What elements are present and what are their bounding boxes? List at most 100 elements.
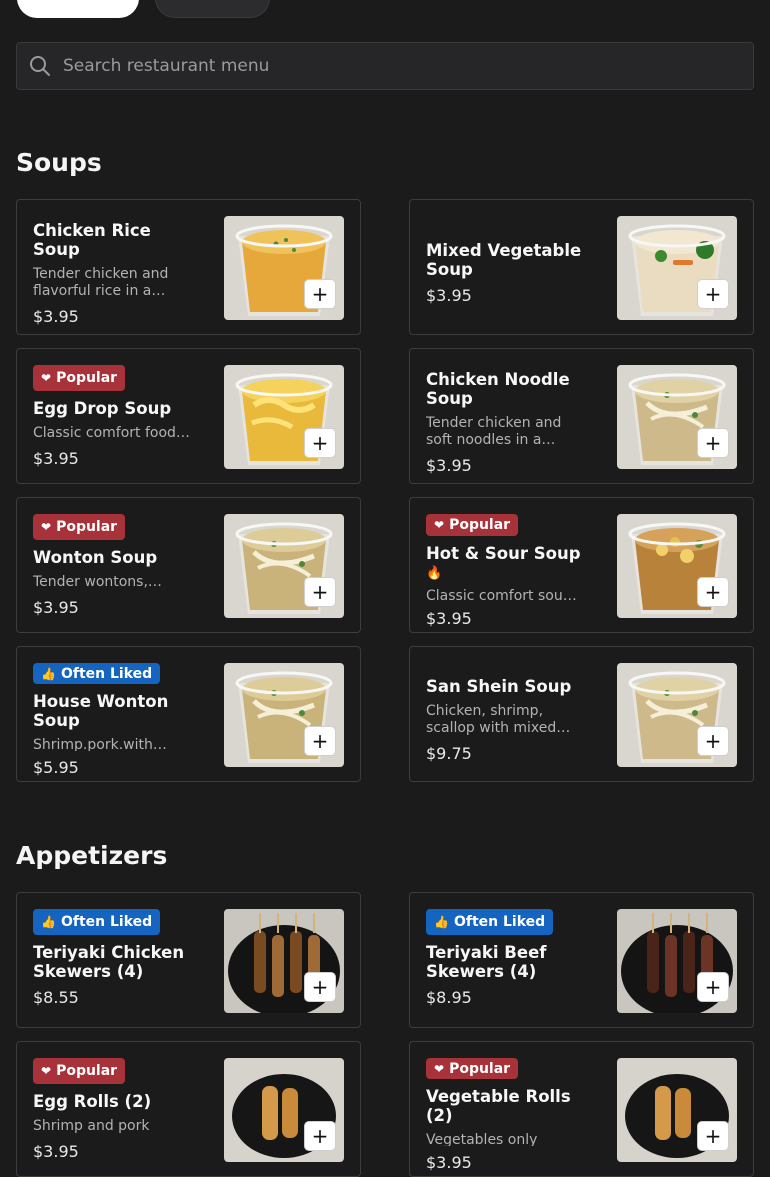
menu-item-price: $3.95 bbox=[33, 1142, 79, 1161]
menu-item-info: ❤ Popular Egg Rolls (2) Shrimp and pork $3.9… bbox=[33, 1058, 193, 1172]
menu-item-card-egg-rolls-2[interactable]: ❤ Popular Egg Rolls (2) Shrimp and pork $3.9… bbox=[16, 1041, 361, 1177]
badge-label: Popular bbox=[56, 370, 118, 386]
menu-item-price: $3.95 bbox=[33, 598, 79, 617]
plus-icon: + bbox=[704, 580, 722, 604]
add-to-cart-button[interactable]: + bbox=[304, 428, 336, 458]
add-to-cart-button[interactable]: + bbox=[304, 279, 336, 309]
menu-item-price: $3.95 bbox=[33, 449, 79, 468]
menu-item-card-teriyaki-beef-skewers-4[interactable]: 👍 Often Liked Teriyaki Beef Skewers (4) $8.… bbox=[409, 892, 754, 1028]
menu-item-price: $9.75 bbox=[426, 744, 472, 763]
filter-pill-active[interactable] bbox=[17, 0, 139, 18]
heart-icon: ❤ bbox=[434, 1061, 445, 1076]
menu-item-card-teriyaki-chicken-skewers-4[interactable]: 👍 Often Liked Teriyaki Chicken Skewers (4)… bbox=[16, 892, 361, 1028]
menu-item-name: Chicken Noodle Soup bbox=[426, 369, 570, 408]
menu-item-info: Mixed Vegetable Soup $3.95 bbox=[426, 216, 586, 330]
menu-item-card-san-shein-soup[interactable]: San Shein Soup Chicken, shrimp, scallop w… bbox=[409, 646, 754, 782]
badge-popular: ❤ Popular bbox=[33, 514, 126, 540]
flame-icon: 🔥 bbox=[426, 565, 443, 581]
badge-popular: ❤ Popular bbox=[33, 365, 126, 391]
add-to-cart-button[interactable]: + bbox=[697, 279, 729, 309]
filter-pill[interactable] bbox=[155, 0, 270, 18]
menu-item-info: 👍 Often Liked Teriyaki Beef Skewers (4) $8.… bbox=[426, 909, 586, 1023]
heart-icon: ❤ bbox=[434, 517, 445, 532]
badge-popular: ❤ Popular bbox=[33, 1058, 126, 1084]
menu-item-description: Shrimp.pork.with… bbox=[33, 737, 167, 751]
thumbs-up-icon: 👍 bbox=[434, 915, 449, 929]
add-to-cart-button[interactable]: + bbox=[304, 972, 336, 1002]
add-to-cart-button[interactable]: + bbox=[697, 1121, 729, 1151]
menu-item-name: Egg Drop Soup bbox=[33, 399, 172, 418]
menu-item-card-house-wonton-soup[interactable]: 👍 Often Liked House Wonton Soup Shrimp.pork… bbox=[16, 646, 361, 782]
plus-icon: + bbox=[704, 729, 722, 753]
menu-item-card-mixed-vegetable-soup[interactable]: Mixed Vegetable Soup $3.95 + bbox=[409, 199, 754, 335]
menu-item-name: Teriyaki Beef Skewers (4) bbox=[426, 943, 547, 981]
add-to-cart-button[interactable]: + bbox=[697, 577, 729, 607]
plus-icon: + bbox=[311, 729, 329, 753]
menu-item-name: Wonton Soup bbox=[33, 548, 158, 567]
badge-liked: 👍 Often Liked bbox=[33, 909, 161, 935]
add-to-cart-button[interactable]: + bbox=[697, 972, 729, 1002]
menu-item-description: Classic comfort sou… bbox=[426, 587, 577, 602]
menu-item-info: 👍 Often Liked House Wonton Soup Shrimp.pork… bbox=[33, 663, 193, 777]
section-title-soups: Soups bbox=[16, 148, 102, 177]
menu-item-info: ❤ Popular Hot & Sour Soup 🔥 Classic comfort … bbox=[426, 514, 586, 628]
menu-item-card-egg-drop-soup[interactable]: ❤ Popular Egg Drop Soup Classic comfort foo… bbox=[16, 348, 361, 484]
menu-item-description: Chicken, shrimp, scallop with mixed… bbox=[426, 703, 571, 736]
badge-liked: 👍 Often Liked bbox=[426, 909, 554, 935]
menu-item-name: House Wonton Soup bbox=[33, 692, 169, 731]
section-title-appetizers: Appetizers bbox=[16, 841, 168, 870]
menu-item-price: $3.95 bbox=[426, 286, 472, 305]
menu-item-description: Tender chicken and soft noodles in a… bbox=[426, 414, 562, 448]
add-to-cart-button[interactable]: + bbox=[304, 577, 336, 607]
menu-item-name: Chicken Rice Soup bbox=[33, 220, 151, 259]
menu-item-card-vegetable-rolls-2[interactable]: ❤ Popular Vegetable Rolls (2) Vegetables on… bbox=[409, 1041, 754, 1177]
menu-item-price: $5.95 bbox=[33, 758, 79, 777]
badge-label: Popular bbox=[56, 519, 118, 535]
menu-item-info: San Shein Soup Chicken, shrimp, scallop w… bbox=[426, 663, 586, 777]
menu-item-price: $8.55 bbox=[33, 988, 79, 1007]
menu-item-name: Egg Rolls (2) bbox=[33, 1092, 152, 1111]
menu-item-info: Chicken Rice Soup Tender chicken and flav… bbox=[33, 216, 193, 330]
menu-item-price: $3.95 bbox=[33, 306, 79, 326]
thumbs-up-icon: 👍 bbox=[41, 666, 56, 681]
menu-item-price: $3.95 bbox=[426, 455, 472, 475]
heart-icon: ❤ bbox=[41, 1064, 52, 1078]
menu-item-price: $3.95 bbox=[426, 1153, 472, 1172]
menu-item-description: Shrimp and pork bbox=[33, 1118, 150, 1134]
add-to-cart-button[interactable]: + bbox=[697, 726, 729, 756]
plus-icon: + bbox=[311, 975, 329, 999]
badge-label: Often Liked bbox=[60, 665, 153, 682]
plus-icon: + bbox=[311, 580, 329, 604]
add-to-cart-button[interactable]: + bbox=[304, 1121, 336, 1151]
badge-label: Often Liked bbox=[60, 914, 153, 930]
badge-popular: ❤ Popular bbox=[426, 1058, 519, 1080]
add-to-cart-button[interactable]: + bbox=[697, 428, 729, 458]
badge-label: Often Liked bbox=[453, 914, 546, 930]
menu-item-card-chicken-rice-soup[interactable]: Chicken Rice Soup Tender chicken and flav… bbox=[16, 199, 361, 335]
badge-popular: ❤ Popular bbox=[426, 514, 519, 536]
heart-icon: ❤ bbox=[41, 371, 52, 385]
menu-item-description: Vegetables only bbox=[426, 1132, 538, 1146]
menu-item-card-hot-sour-soup[interactable]: ❤ Popular Hot & Sour Soup 🔥 Classic comfort … bbox=[409, 497, 754, 633]
search-bar[interactable] bbox=[16, 42, 754, 90]
badge-liked: 👍 Often Liked bbox=[33, 663, 161, 685]
search-input[interactable] bbox=[61, 55, 705, 77]
plus-icon: + bbox=[704, 975, 722, 999]
menu-item-card-chicken-noodle-soup[interactable]: Chicken Noodle Soup Tender chicken and so… bbox=[409, 348, 754, 484]
menu-item-description: Classic comfort food… bbox=[33, 425, 190, 441]
menu-item-name: Teriyaki Chicken Skewers (4) bbox=[33, 943, 185, 981]
menu-item-info: ❤ Popular Vegetable Rolls (2) Vegetables on… bbox=[426, 1058, 586, 1172]
menu-item-info: ❤ Popular Egg Drop Soup Classic comfort foo… bbox=[33, 365, 193, 479]
thumbs-up-icon: 👍 bbox=[41, 915, 56, 929]
search-icon bbox=[30, 56, 50, 76]
menu-item-price: $8.95 bbox=[426, 988, 472, 1007]
plus-icon: + bbox=[704, 431, 722, 455]
plus-icon: + bbox=[311, 431, 329, 455]
menu-item-description: Tender wontons,… bbox=[33, 574, 162, 590]
plus-icon: + bbox=[704, 1124, 722, 1148]
menu-item-card-wonton-soup[interactable]: ❤ Popular Wonton Soup Tender wontons,… $3.95… bbox=[16, 497, 361, 633]
add-to-cart-button[interactable]: + bbox=[304, 726, 336, 756]
plus-icon: + bbox=[704, 282, 722, 306]
badge-label: Popular bbox=[449, 1060, 511, 1077]
plus-icon: + bbox=[311, 1124, 329, 1148]
